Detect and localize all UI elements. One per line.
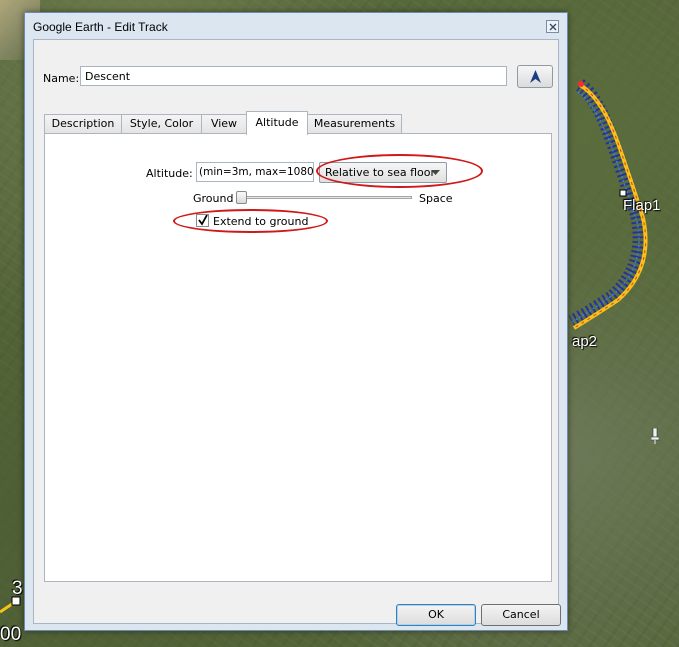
map-label-edge-top: 3 (12, 578, 23, 599)
altitude-panel: Altitude: (min=3m, max=1080m) Relative t… (44, 133, 552, 582)
tab-altitude[interactable]: Altitude (246, 111, 308, 135)
name-label: Name: (43, 72, 80, 85)
edit-track-dialog: Google Earth - Edit Track Name: Descript… (24, 12, 568, 631)
tab-bar: Description Style, Color View Altitude M… (44, 111, 544, 135)
chevron-down-icon (431, 170, 440, 175)
altitude-range-field[interactable]: (min=3m, max=1080m) (196, 162, 314, 182)
tab-label: Altitude (255, 116, 299, 129)
dialog-title: Google Earth - Edit Track (33, 20, 168, 34)
close-icon (549, 23, 557, 31)
pin-icon[interactable] (651, 428, 659, 444)
ok-button[interactable]: OK (396, 604, 476, 626)
tab-description[interactable]: Description (44, 114, 122, 134)
altitude-label: Altitude: (146, 167, 193, 180)
check-icon (198, 215, 208, 226)
tab-measurements[interactable]: Measurements (307, 114, 402, 134)
name-field[interactable] (80, 66, 507, 86)
arrow-up-icon (530, 70, 541, 83)
slider-max-label: Space (419, 192, 453, 205)
dialog-body: Name: Description Style, Color View Alti… (33, 39, 561, 626)
track-start-marker (578, 81, 584, 87)
altitude-slider-track[interactable] (238, 196, 412, 199)
cancel-button[interactable]: Cancel (481, 604, 561, 626)
tab-label: Description (51, 117, 115, 130)
placemark-style-button[interactable] (517, 65, 553, 88)
extend-to-ground-checkbox[interactable] (196, 214, 209, 227)
tab-view[interactable]: View (201, 114, 247, 134)
tab-label: Style, Color (129, 117, 194, 130)
map-label-flap1[interactable]: Flap1 (623, 197, 661, 214)
altitude-mode-value: Relative to sea floor (325, 166, 436, 179)
slider-min-label: Ground (193, 192, 234, 205)
tab-style-color[interactable]: Style, Color (121, 114, 202, 134)
altitude-mode-select[interactable]: Relative to sea floor (319, 162, 447, 183)
map-label-edge-bottom: 00 (0, 624, 22, 645)
extend-to-ground-label[interactable]: Extend to ground (213, 215, 308, 228)
tab-label: View (210, 117, 238, 130)
map-label-flap2[interactable]: ap2 (572, 333, 597, 350)
waypoint-marker (619, 189, 627, 197)
title-bar[interactable]: Google Earth - Edit Track (25, 13, 567, 39)
tab-label: Measurements (313, 117, 396, 130)
close-button[interactable] (546, 20, 559, 33)
altitude-slider-thumb[interactable] (236, 191, 247, 204)
